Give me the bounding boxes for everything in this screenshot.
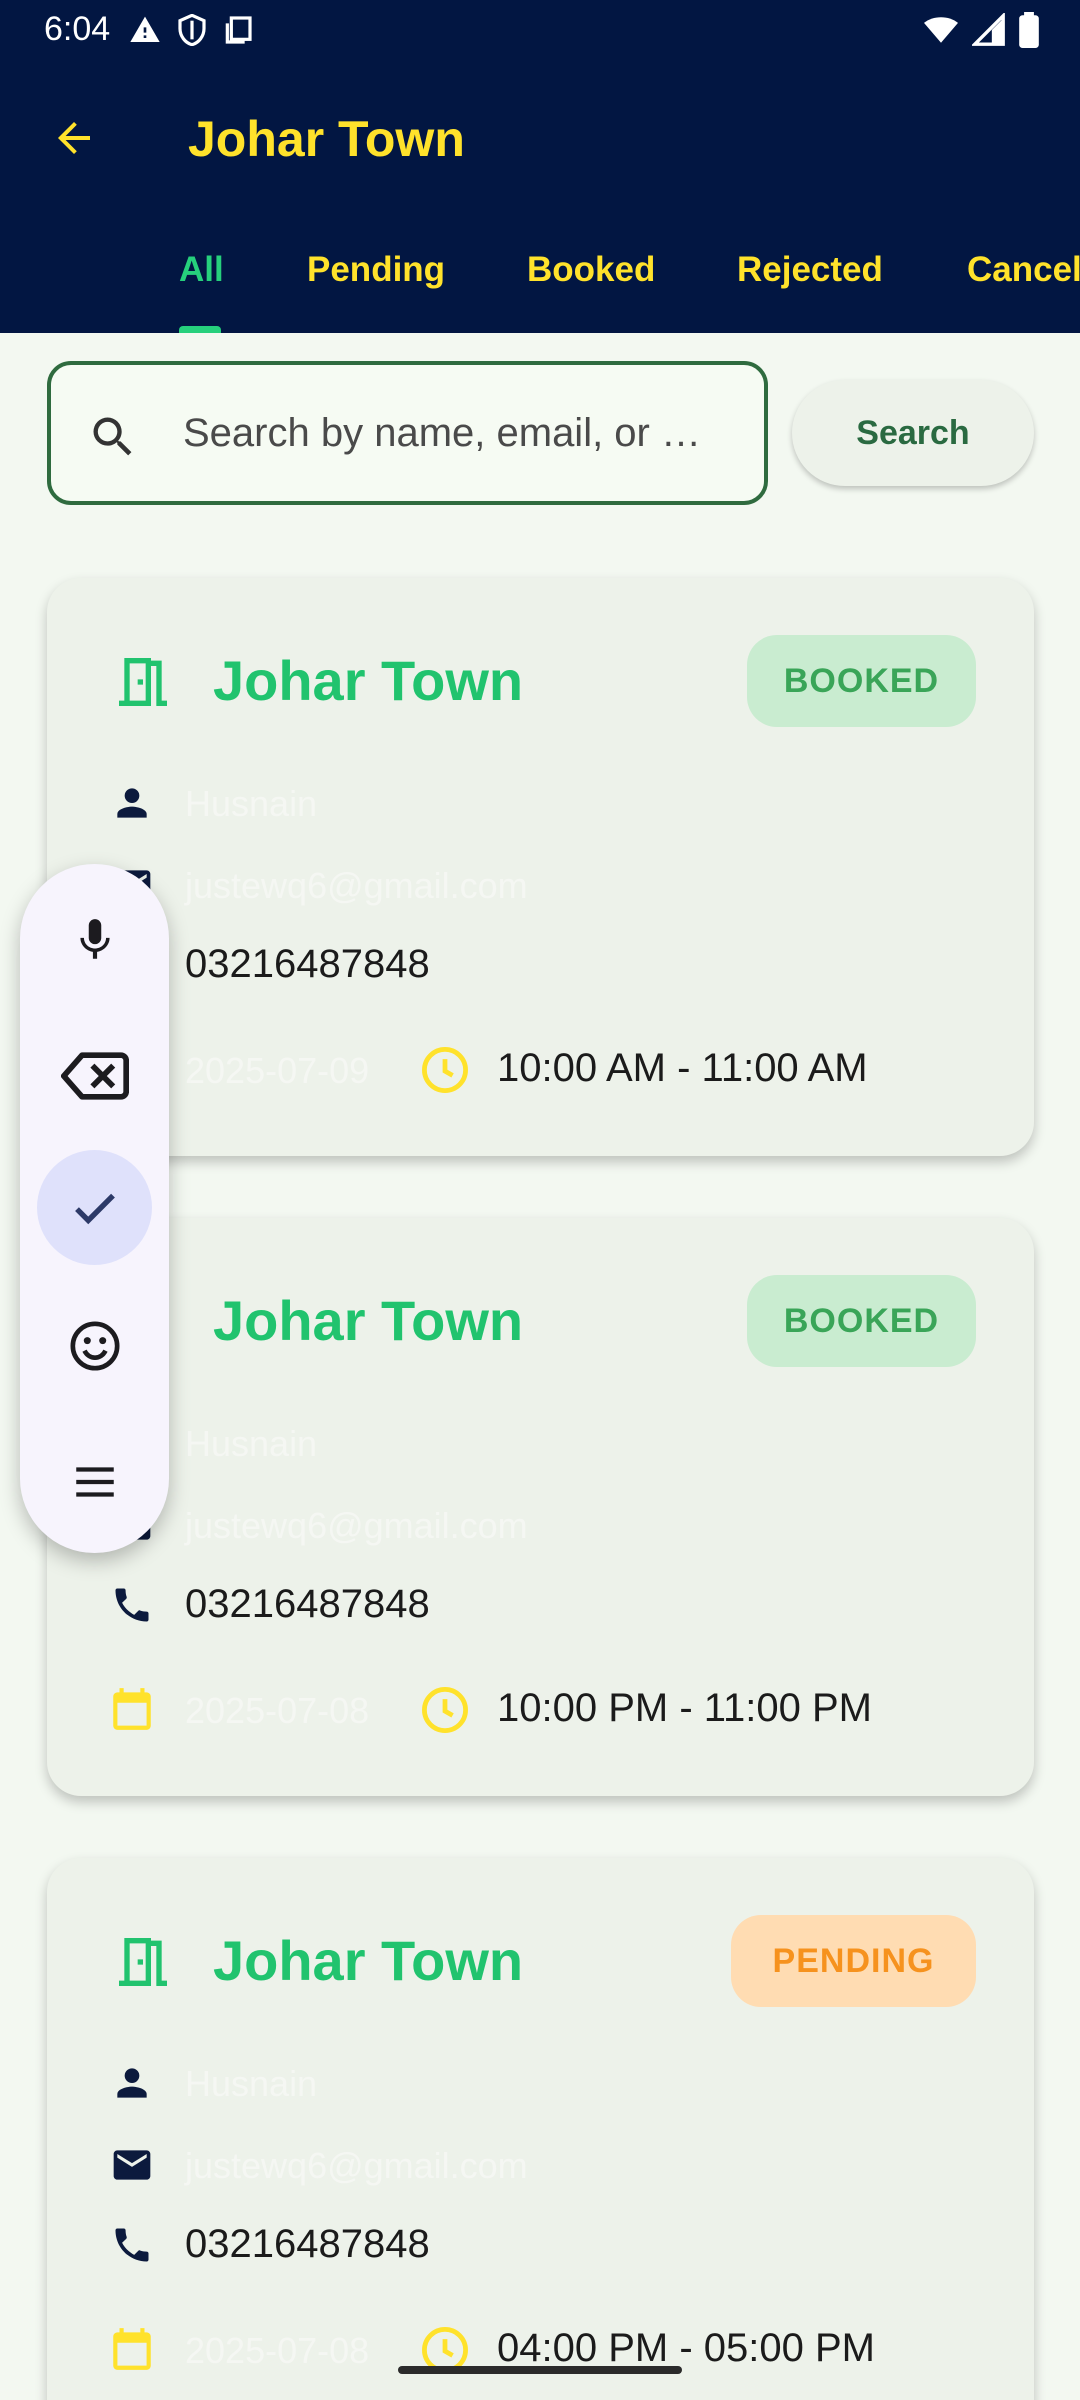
tab-pending[interactable]: Pending	[307, 250, 445, 290]
voice-input-button[interactable]	[37, 882, 152, 997]
clock-icon	[422, 1047, 468, 1093]
booking-card[interactable]: Johar Town BOOKED Husnain justewq6@gmail…	[47, 1218, 1034, 1796]
battery-icon	[1019, 12, 1039, 48]
clock-icon	[422, 1687, 468, 1733]
card-title: Johar Town	[213, 1289, 524, 1352]
person-icon	[107, 778, 157, 828]
phone-icon	[107, 1580, 157, 1630]
booking-email: justewq6@gmail.com	[185, 1505, 528, 1546]
emoji-icon	[70, 1321, 119, 1370]
booking-phone: 03216487848	[185, 1582, 430, 1626]
back-button[interactable]	[44, 108, 104, 168]
booking-time: 04:00 PM - 05:00 PM	[497, 2326, 875, 2370]
calendar-icon	[107, 1684, 157, 1734]
page-title: Johar Town	[188, 111, 465, 167]
status-bar: 6:04	[0, 0, 1080, 62]
arrow-back-icon	[58, 122, 90, 154]
booking-email: justewq6@gmail.com	[185, 865, 528, 906]
email-icon	[107, 2140, 157, 2190]
booking-date: 2025-07-09	[185, 1050, 370, 1091]
booking-date: 2025-07-08	[185, 2330, 370, 2371]
search-input[interactable]	[183, 401, 743, 465]
tab-rejected[interactable]: Rejected	[737, 250, 883, 290]
warning-icon	[130, 16, 160, 42]
booking-card[interactable]: Johar Town PENDING Husnain justewq6@gmai…	[47, 1858, 1034, 2400]
keyboard-toolbar	[20, 864, 169, 1553]
booking-phone: 03216487848	[185, 2222, 430, 2266]
mic-icon	[79, 918, 110, 959]
status-time: 6:04	[44, 10, 111, 48]
search-field[interactable]	[47, 361, 768, 505]
signal-icon	[972, 13, 1005, 46]
top-header: 6:04 Johar Town All Pending Booked Rejec…	[0, 0, 1080, 333]
done-button[interactable]	[37, 1150, 152, 1265]
card-title: Johar Town	[213, 649, 524, 712]
menu-icon	[75, 1466, 114, 1497]
booking-name: Husnain	[185, 2063, 318, 2104]
tab-cancelled[interactable]: Cancel	[967, 250, 1080, 290]
tab-bar: All Pending Booked Rejected Cancel	[0, 236, 1080, 333]
booking-name: Husnain	[185, 783, 318, 824]
home-indicator[interactable]	[398, 2366, 682, 2374]
calendar-icon	[107, 2324, 157, 2374]
door-icon	[119, 1938, 167, 1986]
wifi-icon	[924, 17, 958, 43]
booking-time: 10:00 PM - 11:00 PM	[497, 1686, 872, 1730]
booking-email: justewq6@gmail.com	[185, 2145, 528, 2186]
door-icon	[119, 658, 167, 706]
tab-indicator	[179, 326, 221, 333]
status-badge: BOOKED	[747, 635, 976, 727]
booking-name: Husnain	[185, 1423, 318, 1464]
check-icon	[74, 1193, 115, 1224]
search-button[interactable]: Search	[792, 380, 1034, 486]
shield-icon	[178, 14, 206, 46]
menu-button[interactable]	[37, 1424, 152, 1539]
backspace-button[interactable]	[37, 1018, 152, 1133]
phone-icon	[107, 2220, 157, 2270]
tab-all[interactable]: All	[179, 250, 224, 290]
card-title: Johar Town	[213, 1929, 524, 1992]
copy-icon	[225, 16, 252, 44]
booking-date: 2025-07-08	[185, 1690, 370, 1731]
search-icon	[93, 417, 132, 456]
status-badge: PENDING	[731, 1915, 976, 2007]
booking-phone: 03216487848	[185, 942, 430, 986]
tab-booked[interactable]: Booked	[527, 250, 655, 290]
booking-time: 10:00 AM - 11:00 AM	[497, 1046, 868, 1090]
status-badge: BOOKED	[747, 1275, 976, 1367]
person-icon	[107, 2058, 157, 2108]
backspace-icon	[60, 1051, 129, 1100]
emoji-button[interactable]	[37, 1288, 152, 1403]
booking-card[interactable]: Johar Town BOOKED Husnain justewq6@gmail…	[47, 578, 1034, 1156]
